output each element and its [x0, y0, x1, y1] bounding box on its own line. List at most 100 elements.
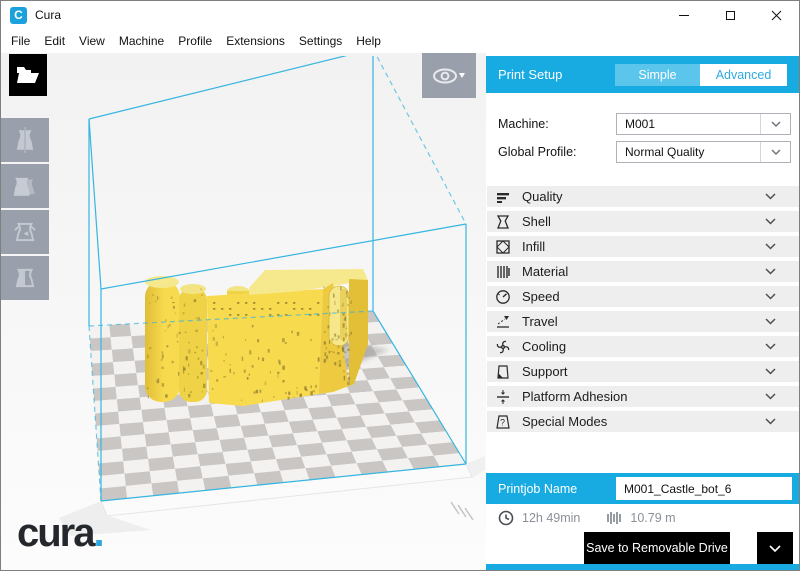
cura-window: C Cura File Edit View Machine Profile Ex…: [0, 0, 800, 571]
chevron-down-icon: [765, 318, 776, 325]
material-icon: [494, 263, 511, 280]
view-mode-button[interactable]: [422, 53, 476, 98]
viewport-scene: [1, 56, 486, 571]
menu-extensions[interactable]: Extensions: [219, 31, 292, 51]
machine-row: Machine: M001: [486, 113, 800, 135]
settings-category-label: Platform Adhesion: [522, 389, 628, 404]
scale-tool-button[interactable]: [1, 164, 49, 208]
menu-bar: File Edit View Machine Profile Extension…: [1, 29, 799, 53]
cooling-icon: [494, 338, 511, 355]
maximize-button[interactable]: [707, 1, 753, 29]
panel-bottom-accent: [486, 564, 800, 571]
settings-category-list: Quality Shell Infill Material Speed Travel Coo…: [487, 186, 799, 436]
mirror-tool-button[interactable]: [1, 256, 49, 300]
print-setup-panel: Print Setup Simple Advanced Machine: M00…: [486, 53, 800, 571]
window-title: Cura: [35, 8, 61, 22]
viewport-3d[interactable]: cura.: [1, 53, 486, 571]
print-time-icon: [498, 510, 514, 526]
global-profile-select[interactable]: Normal Quality: [616, 141, 791, 163]
chevron-down-icon: [765, 418, 776, 425]
filament-length-value: 10.79 m: [630, 511, 675, 525]
support-icon: [494, 363, 511, 380]
settings-category-shell[interactable]: Shell: [487, 211, 799, 232]
move-tool-icon: [12, 127, 38, 153]
print-time-value: 12h 49min: [522, 511, 580, 525]
rotate-tool-button[interactable]: [1, 210, 49, 254]
machine-label: Machine:: [498, 117, 549, 131]
scale-tool-icon: [12, 173, 38, 199]
settings-category-material[interactable]: Material: [487, 261, 799, 282]
menu-edit[interactable]: Edit: [37, 31, 72, 51]
print-setup-header: Print Setup Simple Advanced: [486, 56, 800, 93]
global-profile-label: Global Profile:: [498, 145, 577, 159]
settings-category-label: Speed: [522, 289, 560, 304]
chevron-down-icon: [765, 343, 776, 350]
maximize-icon: [726, 11, 735, 20]
settings-category-label: Material: [522, 264, 568, 279]
printjob-name-label: Printjob Name: [498, 482, 577, 496]
shell-icon: [494, 213, 511, 230]
chevron-down-icon: [765, 268, 776, 275]
printjob-bar: Printjob Name: [486, 473, 800, 504]
menu-machine[interactable]: Machine: [112, 31, 171, 51]
special-modes-icon: ?: [494, 413, 511, 430]
menu-help[interactable]: Help: [349, 31, 388, 51]
minimize-button[interactable]: [661, 1, 707, 29]
filament-icon: [606, 511, 622, 525]
cura-app-icon: C: [10, 7, 27, 24]
chevron-down-icon: [765, 243, 776, 250]
machine-select-arrow[interactable]: [760, 114, 790, 134]
settings-category-label: Infill: [522, 239, 545, 254]
machine-select[interactable]: M001: [616, 113, 791, 135]
settings-category-label: Shell: [522, 214, 551, 229]
chevron-down-icon: [765, 193, 776, 200]
travel-icon: [494, 313, 511, 330]
chevron-down-icon: [771, 149, 781, 155]
save-target-dropdown-button[interactable]: [757, 532, 793, 564]
minimize-icon: [679, 15, 689, 16]
save-to-removable-drive-button[interactable]: Save to Removable Drive: [584, 532, 730, 564]
settings-category-label: Support: [522, 364, 568, 379]
settings-category-speed[interactable]: Speed: [487, 286, 799, 307]
title-bar[interactable]: C Cura: [1, 1, 799, 29]
menu-profile[interactable]: Profile: [171, 31, 219, 51]
print-estimates: 12h 49min 10.79 m: [486, 506, 800, 530]
close-icon: [771, 10, 782, 21]
platform-adhesion-icon: [494, 388, 511, 405]
settings-category-label: Travel: [522, 314, 558, 329]
settings-category-travel[interactable]: Travel: [487, 311, 799, 332]
simple-mode-button[interactable]: Simple: [615, 64, 700, 86]
settings-category-quality[interactable]: Quality: [487, 186, 799, 207]
menu-view[interactable]: View: [72, 31, 112, 51]
chevron-down-icon: [769, 545, 781, 552]
quality-icon: [494, 188, 511, 205]
settings-category-infill[interactable]: Infill: [487, 236, 799, 257]
chevron-down-icon: [459, 73, 465, 78]
settings-category-special-modes[interactable]: ? Special Modes: [487, 411, 799, 432]
settings-category-support[interactable]: Support: [487, 361, 799, 382]
settings-category-platform-adhesion[interactable]: Platform Adhesion: [487, 386, 799, 407]
open-file-button[interactable]: [9, 54, 47, 96]
rotate-tool-icon: [12, 219, 38, 245]
global-profile-select-arrow[interactable]: [760, 142, 790, 162]
settings-category-label: Quality: [522, 189, 562, 204]
cura-logo: cura.: [17, 511, 105, 556]
print-setup-title: Print Setup: [498, 67, 562, 82]
menu-settings[interactable]: Settings: [292, 31, 349, 51]
infill-icon: [494, 238, 511, 255]
advanced-mode-button[interactable]: Advanced: [700, 64, 787, 86]
close-button[interactable]: [753, 1, 799, 29]
settings-category-label: Cooling: [522, 339, 566, 354]
global-profile-value: Normal Quality: [625, 145, 760, 159]
castle-model: [145, 269, 368, 406]
move-tool-button[interactable]: [1, 118, 49, 162]
chevron-down-icon: [765, 293, 776, 300]
mirror-tool-icon: [12, 265, 38, 291]
printjob-name-input[interactable]: [616, 477, 792, 500]
machine-value: M001: [625, 117, 760, 131]
menu-file[interactable]: File: [4, 31, 37, 51]
settings-category-label: Special Modes: [522, 414, 607, 429]
settings-category-cooling[interactable]: Cooling: [487, 336, 799, 357]
chevron-down-icon: [765, 393, 776, 400]
chevron-down-icon: [765, 368, 776, 375]
